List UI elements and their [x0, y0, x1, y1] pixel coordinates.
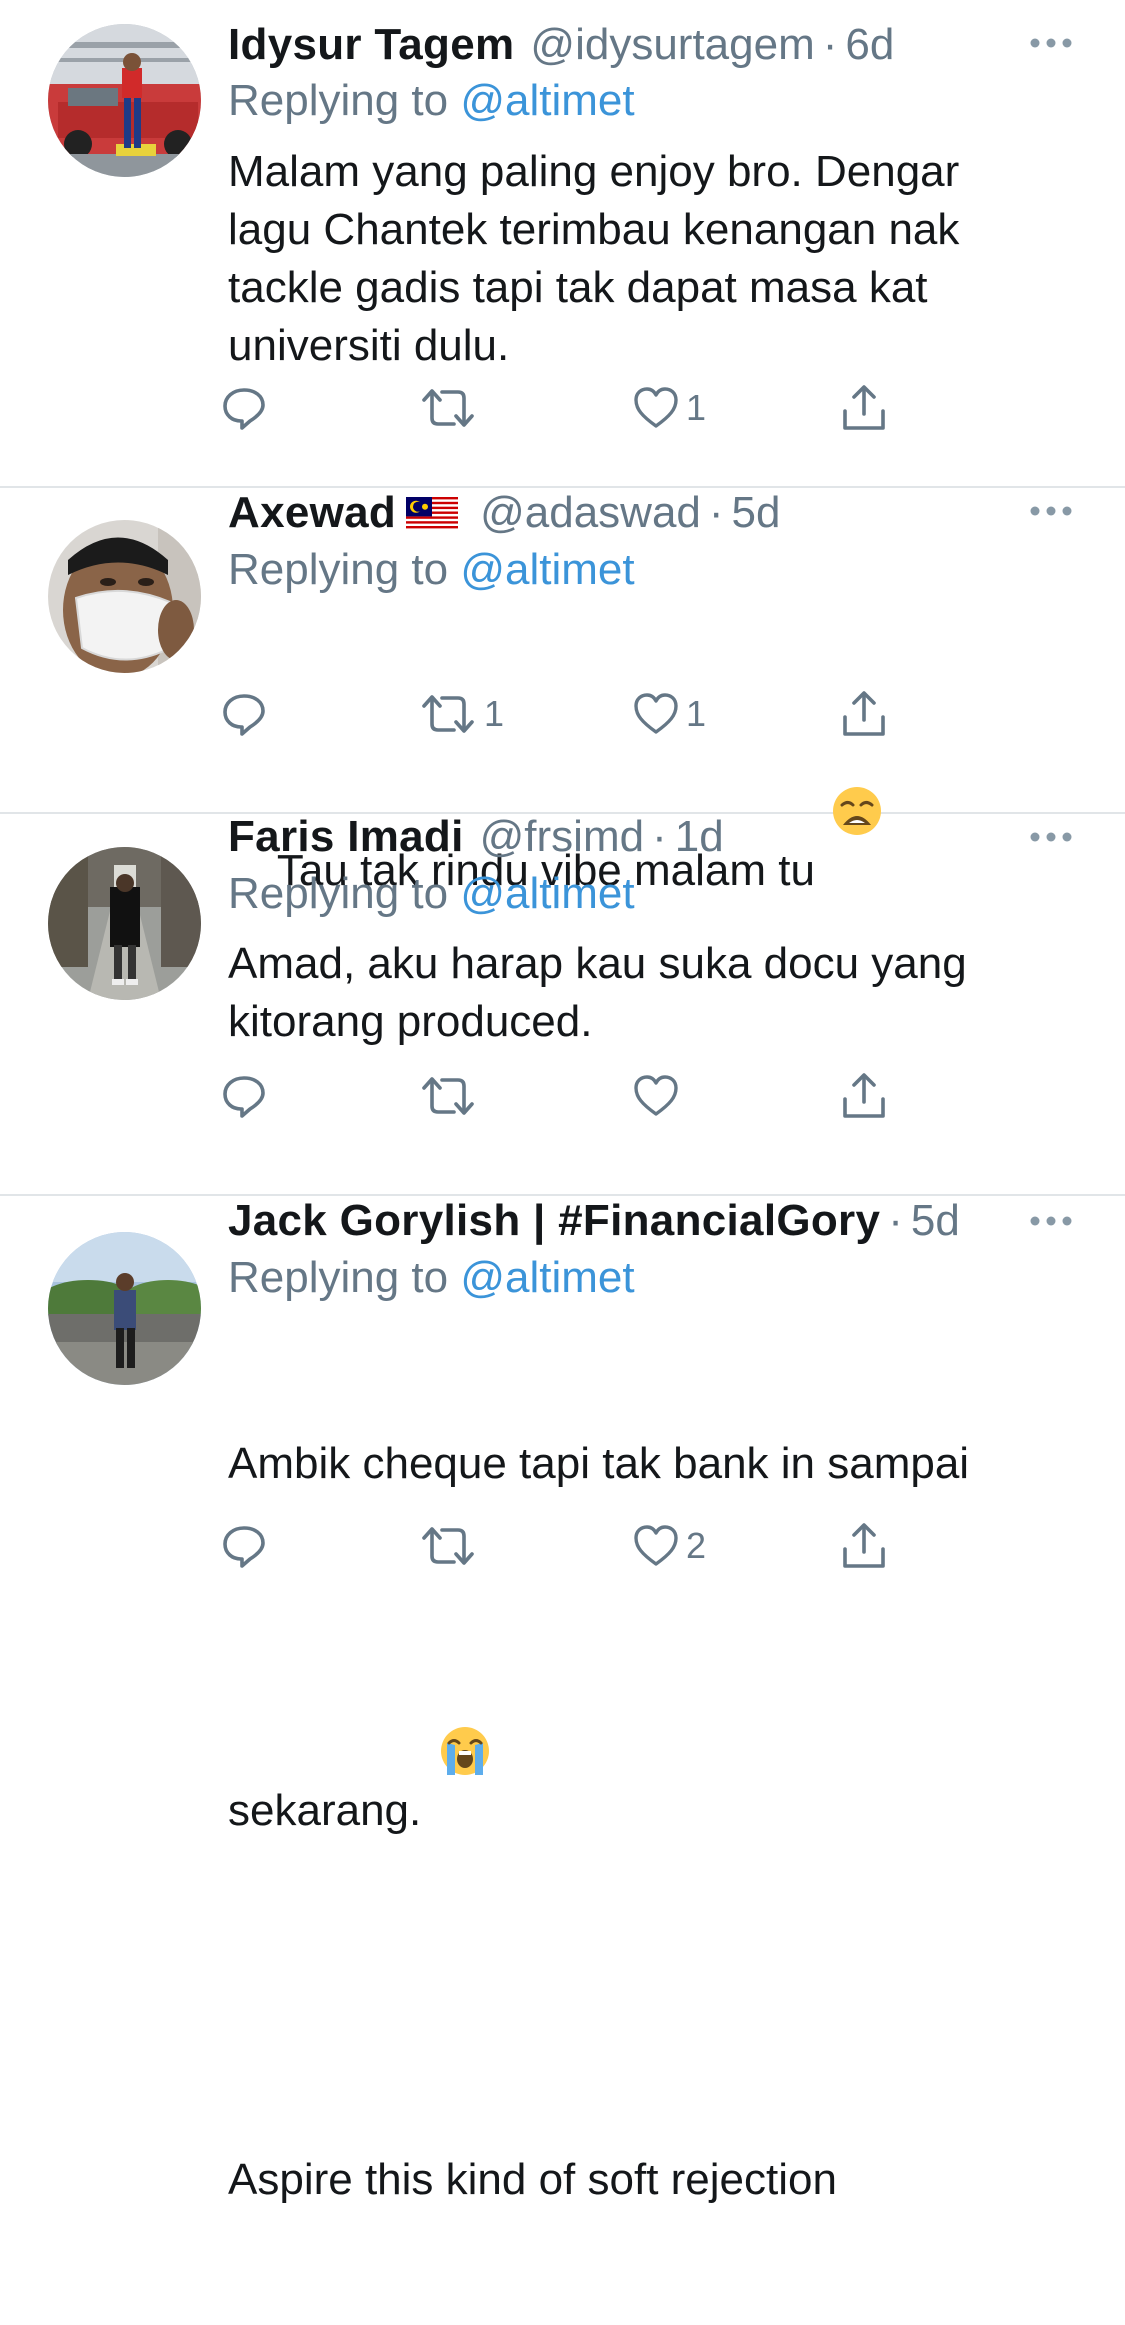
more-icon[interactable] — [1029, 1214, 1073, 1228]
timestamp[interactable]: 5d — [911, 1196, 960, 1246]
retweet-button[interactable] — [418, 1518, 484, 1574]
replying-prefix: Replying to — [228, 76, 461, 125]
loudly-crying-face-emoji — [439, 1609, 491, 1775]
reply-button[interactable] — [220, 1068, 268, 1124]
timestamp[interactable]: 5d — [732, 488, 781, 538]
heart-icon — [632, 1522, 680, 1570]
share-button[interactable] — [840, 1068, 888, 1124]
like-count: 1 — [686, 693, 707, 734]
tweet-text: Amad, aku harap kau suka docu yang kitor… — [228, 939, 967, 1046]
tweet-reply[interactable]: Idysur Tagem @idysurtagem · 6d Replying … — [0, 0, 1125, 488]
reply-button[interactable] — [220, 686, 268, 742]
share-icon — [840, 690, 888, 738]
retweet-button[interactable] — [418, 380, 484, 436]
malaysia-flag-icon — [406, 492, 459, 531]
replying-to: Replying to @altimet — [228, 76, 635, 126]
replying-to: Replying to @altimet — [228, 1253, 635, 1303]
share-icon — [840, 384, 888, 432]
replying-to: Replying to @altimet — [228, 545, 635, 595]
separator-dot: · — [708, 488, 724, 537]
like-button[interactable]: 1 — [632, 686, 706, 742]
like-button[interactable]: 2 — [632, 1518, 706, 1574]
display-name[interactable]: Idysur Tagem — [228, 20, 514, 70]
mention-link[interactable]: @altimet — [460, 869, 634, 918]
share-button[interactable] — [840, 686, 888, 742]
timestamp[interactable]: 6d — [845, 20, 894, 70]
user-handle[interactable]: @frsimd — [480, 812, 644, 862]
action-bar: 2 — [228, 1518, 988, 1574]
like-button[interactable]: 1 — [632, 380, 706, 436]
share-button[interactable] — [840, 1518, 888, 1574]
like-button[interactable] — [632, 1068, 686, 1124]
separator-dot: · — [822, 20, 838, 69]
display-name[interactable]: Faris Imadi — [228, 812, 464, 862]
tweet-text-content: sekarang. — [228, 1786, 422, 1835]
user-handle[interactable]: @idysurtagem — [530, 20, 814, 70]
tweet-text: Malam yang paling enjoy bro. Dengar lagu… — [228, 147, 960, 370]
mention-link[interactable]: @altimet — [460, 1253, 634, 1302]
reply-icon — [220, 1522, 268, 1570]
share-icon — [840, 1522, 888, 1570]
tweet-reply[interactable]: Jack Gorylish | #FinancialGory · 5d Repl… — [0, 1196, 1125, 2204]
replying-to: Replying to @altimet — [228, 869, 635, 919]
tweet-reply[interactable]: Axewad @adaswad · 5d Replying to @altime… — [0, 488, 1125, 895]
reply-button[interactable] — [220, 380, 268, 436]
user-handle[interactable]: @adaswad — [480, 488, 701, 538]
avatar[interactable] — [48, 1232, 201, 1385]
avatar[interactable] — [48, 520, 201, 673]
more-icon[interactable] — [1029, 504, 1073, 518]
retweet-button[interactable] — [418, 1068, 484, 1124]
avatar[interactable] — [48, 847, 201, 1000]
like-count: 1 — [686, 387, 707, 428]
more-icon[interactable] — [1029, 36, 1073, 50]
retweet-icon — [418, 1072, 478, 1120]
heart-icon — [632, 384, 680, 432]
heart-icon — [632, 690, 680, 738]
display-name[interactable]: Jack Gorylish | #FinancialGory — [228, 1196, 880, 1246]
tweet-header: Jack Gorylish | #FinancialGory · 5d — [228, 1196, 960, 1246]
tweet-header: Axewad @adaswad · 5d — [228, 488, 781, 538]
tweet-header: Faris Imadi @frsimd · 1d — [228, 812, 724, 862]
reply-icon — [220, 1072, 268, 1120]
action-bar — [228, 1068, 988, 1124]
tweet-reply[interactable]: Faris Imadi @frsimd · 1d Replying to @al… — [0, 812, 1125, 1196]
replying-prefix: Replying to — [228, 545, 461, 594]
tweet-header: Idysur Tagem @idysurtagem · 6d — [228, 20, 894, 70]
action-bar: 1 1 — [228, 686, 988, 742]
retweet-icon — [418, 690, 478, 738]
tweet-text-line: Aspire this kind of soft rejection — [228, 2155, 837, 2204]
separator-dot: · — [888, 1196, 903, 1245]
reply-button[interactable] — [220, 1518, 268, 1574]
replying-prefix: Replying to — [228, 1253, 461, 1302]
share-button[interactable] — [840, 380, 888, 436]
timestamp[interactable]: 1d — [675, 812, 724, 862]
more-icon[interactable] — [1029, 830, 1073, 844]
retweet-icon — [418, 384, 478, 432]
mention-link[interactable]: @altimet — [460, 76, 634, 125]
tweet-text-line: sekarang. — [228, 1609, 1048, 1840]
heart-icon — [632, 1072, 680, 1120]
mention-link[interactable]: @altimet — [460, 545, 634, 594]
tweet-text: Ambik cheque tapi tak bank in sampai sek… — [228, 1319, 1048, 2325]
tweet-text-line: Ambik cheque tapi tak bank in sampai — [228, 1439, 970, 1488]
display-name[interactable]: Axewad — [228, 488, 396, 538]
reply-icon — [220, 690, 268, 738]
replying-prefix: Replying to — [228, 869, 461, 918]
separator-dot: · — [652, 812, 667, 861]
retweet-icon — [418, 1522, 478, 1570]
avatar[interactable] — [48, 24, 201, 177]
action-bar: 1 — [228, 380, 988, 436]
retweet-button[interactable]: 1 — [418, 686, 504, 742]
reply-icon — [220, 384, 268, 432]
like-count: 2 — [686, 1525, 707, 1566]
retweet-count: 1 — [484, 693, 505, 734]
share-icon — [840, 1072, 888, 1120]
